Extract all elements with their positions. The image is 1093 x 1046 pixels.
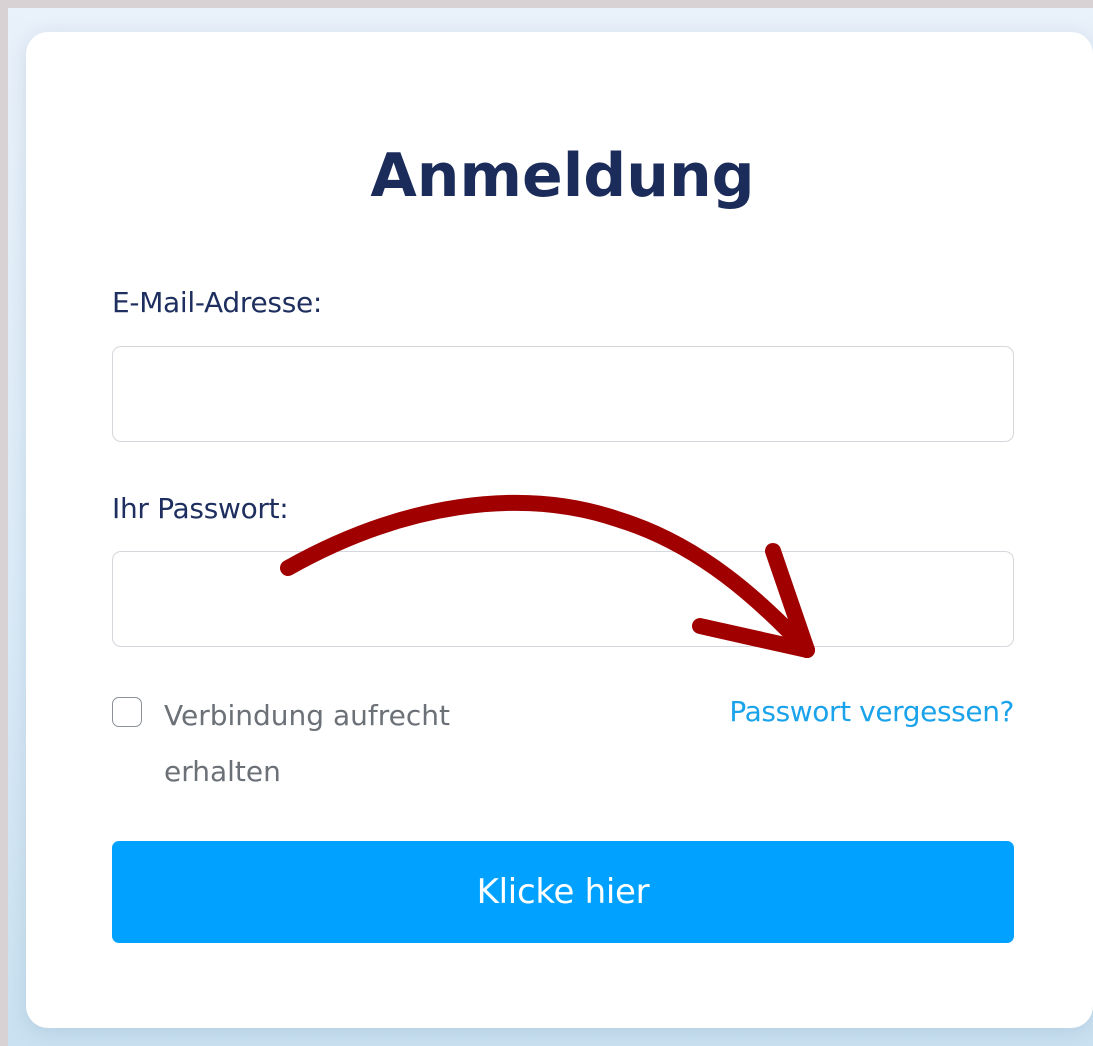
email-field[interactable] [112, 346, 1014, 442]
email-label: E-Mail-Adresse: [112, 286, 323, 319]
window-frame-top [0, 0, 1093, 8]
remember-me-checkbox[interactable] [112, 697, 142, 727]
submit-button[interactable]: Klicke hier [112, 841, 1014, 943]
password-label: Ihr Passwort: [112, 492, 289, 525]
forgot-password-link[interactable]: Passwort vergessen? [729, 691, 1014, 733]
page-title: Anmeldung [370, 141, 755, 211]
remember-me-label[interactable]: Verbindung aufrecht erhalten [164, 688, 524, 800]
password-field[interactable] [112, 551, 1014, 647]
